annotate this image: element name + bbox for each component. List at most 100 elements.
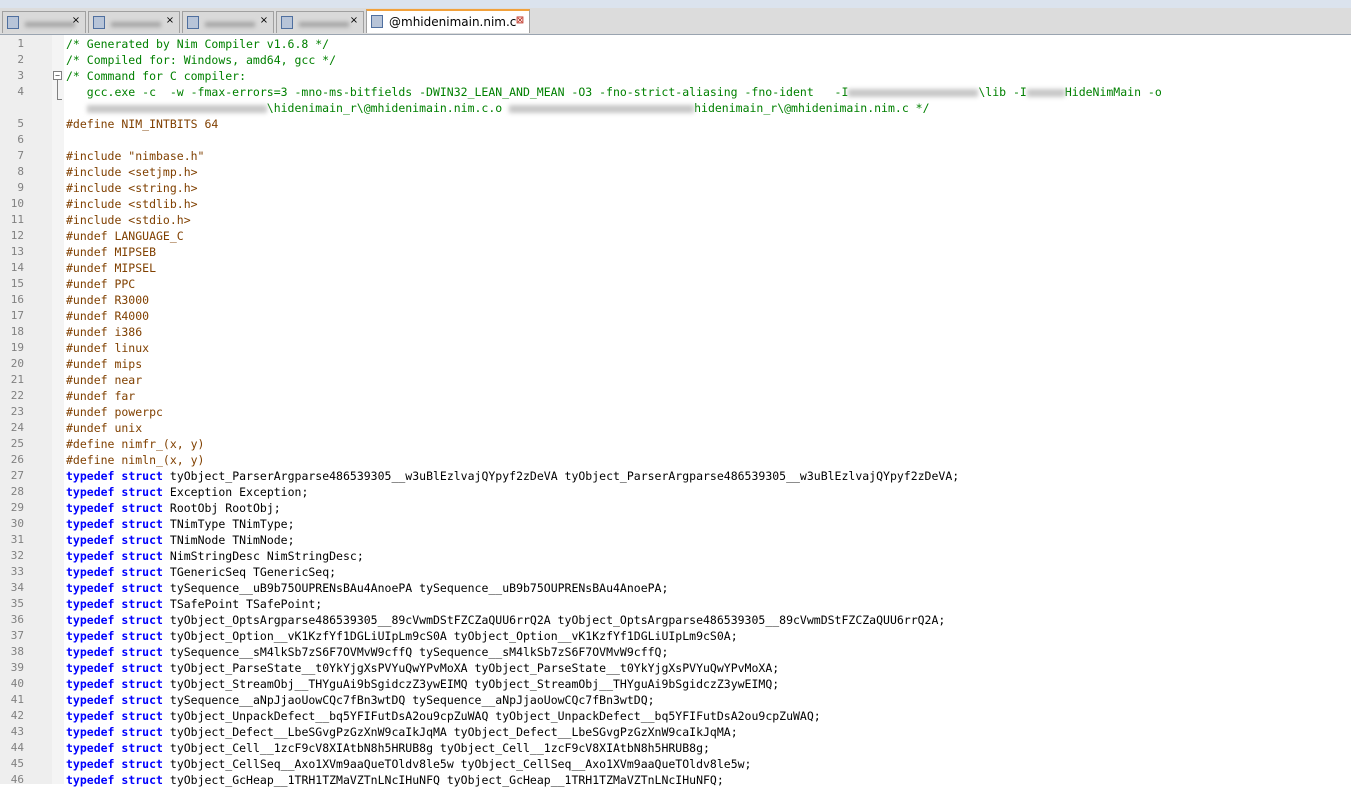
- code-line: 25 #define nimfr_(x, y): [0, 436, 1351, 452]
- keyword-typedef: typedef: [66, 517, 115, 531]
- code-text: typedef struct TNimNode TNimNode;: [66, 532, 295, 548]
- keyword-typedef: typedef: [66, 677, 115, 691]
- line-number: 26: [10, 453, 24, 466]
- code-line: 36 typedef struct tyObject_OptsArgparse48…: [0, 612, 1351, 628]
- preprocessor-directive: #undef LANGUAGE_C: [66, 229, 184, 243]
- line-number: 44: [10, 741, 24, 754]
- close-icon[interactable]: ×: [165, 16, 175, 26]
- code-text: #include <string.h>: [66, 180, 198, 196]
- line-number: 20: [10, 357, 24, 370]
- preprocessor-directive: #include <setjmp.h>: [66, 165, 198, 179]
- preprocessor-directive: #include <stdlib.h>: [66, 197, 198, 211]
- code-line: 16 #undef R3000: [0, 292, 1351, 308]
- line-number: 31: [10, 533, 24, 546]
- keyword-struct: struct: [121, 725, 163, 739]
- code-text: #include <setjmp.h>: [66, 164, 198, 180]
- keyword-struct: struct: [121, 693, 163, 707]
- type-declaration: tyObject_CellSeq__Axo1XVm9aaQueTOldv8le5…: [169, 757, 752, 771]
- keyword-struct: struct: [121, 485, 163, 499]
- code-line: 34 typedef struct tySequence__uB9b75OUPRE…: [0, 580, 1351, 596]
- type-declaration: tyObject_StreamObj__THYguAi9bSgidczZ3ywE…: [169, 677, 780, 691]
- code-line: 8 #include <setjmp.h>: [0, 164, 1351, 180]
- code-line: 6: [0, 132, 1351, 148]
- line-number: 25: [10, 437, 24, 450]
- code-text: typedef struct tyObject_Cell__1zcF9cV8XI…: [66, 740, 710, 756]
- keyword-typedef: typedef: [66, 661, 115, 675]
- code-line: 2 /* Compiled for: Windows, amd64, gcc */: [0, 52, 1351, 68]
- type-declaration: tyObject_ParserArgparse486539305__w3uBlE…: [169, 469, 960, 483]
- line-number: 29: [10, 501, 24, 514]
- line-number: 2: [17, 53, 24, 66]
- tab-file-3[interactable]: ×: [182, 11, 274, 33]
- preprocessor-directive: #include <string.h>: [66, 181, 198, 195]
- keyword-struct: struct: [121, 565, 163, 579]
- tab-file-4[interactable]: ×: [276, 11, 364, 33]
- code-line: 12 #undef LANGUAGE_C: [0, 228, 1351, 244]
- type-declaration: tyObject_ParseState__t0YkYjgXsPVYuQwYPvM…: [169, 661, 780, 675]
- keyword-typedef: typedef: [66, 725, 115, 739]
- line-number: 12: [10, 229, 24, 242]
- preprocessor-directive: #undef R4000: [66, 309, 150, 323]
- code-text: #undef linux: [66, 340, 149, 356]
- code-line: 41 typedef struct tySequence__aNpJjaoUowC…: [0, 692, 1351, 708]
- code-line: 27 typedef struct tyObject_ParserArgparse…: [0, 468, 1351, 484]
- code-line: 33 typedef struct TGenericSeq TGenericSeq…: [0, 564, 1351, 580]
- preprocessor-directive: #undef PPC: [66, 277, 136, 291]
- code-text: \hidenimain_r\@mhidenimain.nim.c.o hiden…: [66, 100, 930, 116]
- code-text: typedef struct tySequence__uB9b75OUPRENs…: [66, 580, 668, 596]
- close-icon[interactable]: ×: [71, 16, 81, 26]
- keyword-typedef: typedef: [66, 613, 115, 627]
- preprocessor-directive: #define NIM_INTBITS 64: [66, 117, 219, 131]
- close-icon[interactable]: ⊠: [515, 16, 525, 26]
- code-line: 38 typedef struct tySequence__sM4lkSb7zS6…: [0, 644, 1351, 660]
- line-number: 30: [10, 517, 24, 530]
- type-declaration: NimStringDesc NimStringDesc;: [169, 549, 364, 563]
- line-number: 43: [10, 725, 24, 738]
- tab-file-1[interactable]: ×: [2, 11, 86, 33]
- code-line: 37 typedef struct tyObject_Option__vK1Kzf…: [0, 628, 1351, 644]
- keyword-struct: struct: [121, 469, 163, 483]
- tab-label-redacted: [111, 22, 161, 27]
- code-text: #undef powerpc: [66, 404, 163, 420]
- tab-active-file[interactable]: @mhidenimain.nim.c ⊠: [366, 9, 530, 33]
- code-line: 26 #define nimln_(x, y): [0, 452, 1351, 468]
- line-number: 17: [10, 309, 24, 322]
- keyword-typedef: typedef: [66, 645, 115, 659]
- keyword-typedef: typedef: [66, 469, 115, 483]
- code-line: 10 #include <stdlib.h>: [0, 196, 1351, 212]
- tab-file-2[interactable]: ×: [88, 11, 180, 33]
- preprocessor-directive: #undef linux: [66, 341, 150, 355]
- keyword-typedef: typedef: [66, 629, 115, 643]
- file-icon: [7, 16, 19, 29]
- line-number: 4: [17, 85, 24, 98]
- code-line: 39 typedef struct tyObject_ParseState__t0…: [0, 660, 1351, 676]
- comment-text: /* Command for C compiler:: [66, 69, 247, 83]
- code-line: 28 typedef struct Exception Exception;: [0, 484, 1351, 500]
- code-line: 5 #define NIM_INTBITS 64: [0, 116, 1351, 132]
- code-line: 22 #undef far: [0, 388, 1351, 404]
- type-declaration: tySequence__aNpJjaoUowCQc7fBn3wtDQ tySeq…: [169, 693, 655, 707]
- code-editor[interactable]: − 1/* Generated by Nim Compiler v1.6.8 *…: [0, 35, 1351, 787]
- keyword-typedef: typedef: [66, 709, 115, 723]
- close-icon[interactable]: ×: [259, 16, 269, 26]
- code-line: 9 #include <string.h>: [0, 180, 1351, 196]
- type-declaration: tyObject_OptsArgparse486539305__89cVwmDS…: [169, 613, 946, 627]
- code-text: #undef R3000: [66, 292, 149, 308]
- line-number: 24: [10, 421, 24, 434]
- keyword-struct: struct: [121, 517, 163, 531]
- code-text: #undef R4000: [66, 308, 149, 324]
- code-line: 42 typedef struct tyObject_UnpackDefect__…: [0, 708, 1351, 724]
- code-text: #include <stdio.h>: [66, 212, 191, 228]
- code-line: 7 #include "nimbase.h": [0, 148, 1351, 164]
- type-declaration: tyObject_Defect__LbeSGvgPzGzXnW9caIkJqMA…: [169, 725, 738, 739]
- code-text: typedef struct tyObject_Option__vK1KzfYf…: [66, 628, 738, 644]
- keyword-struct: struct: [121, 629, 163, 643]
- keyword-struct: struct: [121, 533, 163, 547]
- code-text: #define nimln_(x, y): [66, 452, 204, 468]
- line-number: 19: [10, 341, 24, 354]
- close-icon[interactable]: ×: [349, 16, 359, 26]
- keyword-typedef: typedef: [66, 501, 115, 515]
- file-icon: [281, 16, 293, 29]
- keyword-struct: struct: [121, 709, 163, 723]
- type-declaration: tySequence__sM4lkSb7zS6F7OVMvW9cffQ tySe…: [169, 645, 669, 659]
